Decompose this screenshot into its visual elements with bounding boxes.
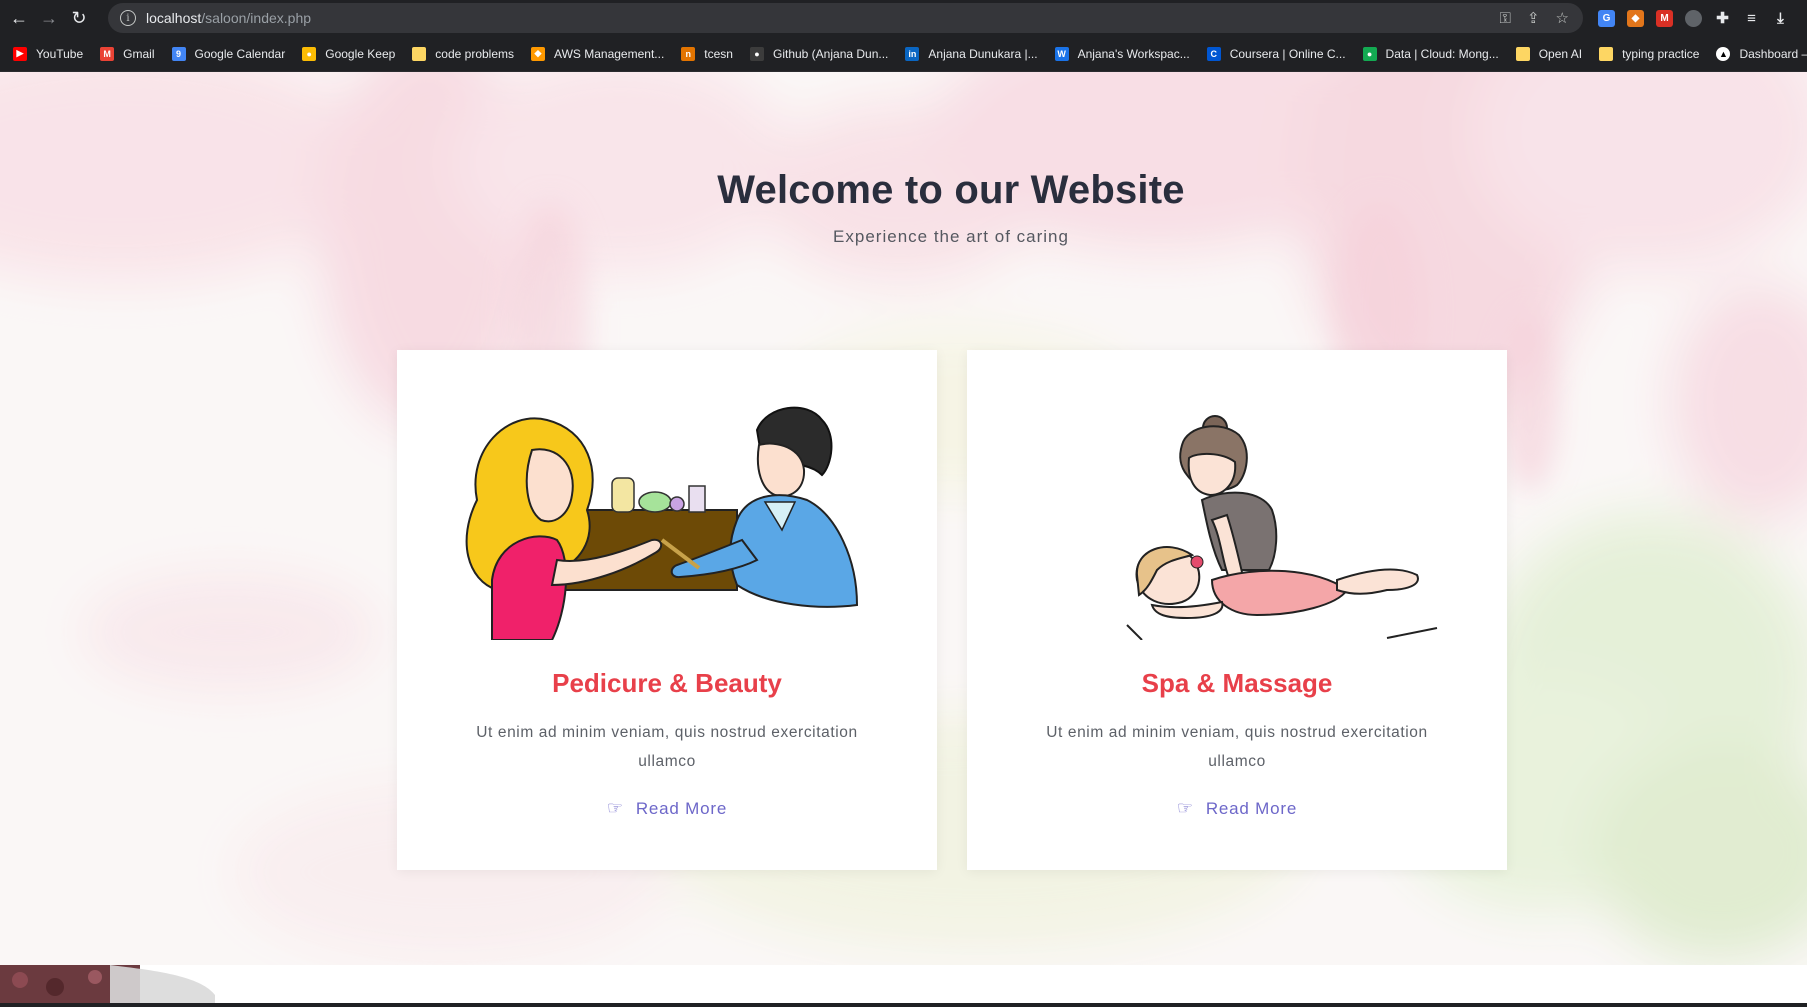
bookmark-favicon-icon xyxy=(412,46,427,61)
bookmark-label: typing practice xyxy=(1622,46,1700,61)
download-icon[interactable]: ⤓ xyxy=(1772,10,1789,27)
page-subtitle: Experience the art of caring xyxy=(833,227,1069,246)
read-more-link[interactable]: ☞ Read More xyxy=(967,798,1507,819)
bookmark-item[interactable]: M Gmail xyxy=(100,46,155,61)
bookmark-item[interactable]: W Anjana's Workspac... xyxy=(1054,46,1190,61)
forward-arrow-icon[interactable]: → xyxy=(38,7,60,29)
bookmark-label: Google Calendar xyxy=(194,46,286,61)
bookmark-label: Gmail xyxy=(123,46,155,61)
back-arrow-icon[interactable]: ← xyxy=(8,7,30,29)
bookmark-item[interactable]: 9 Google Calendar xyxy=(171,46,286,61)
bookmark-favicon-icon: W xyxy=(1054,46,1069,61)
bookmark-label: tcesn xyxy=(704,46,733,61)
read-more-link[interactable]: ☞ Read More xyxy=(397,798,937,819)
bookmark-label: Dashboard – Ve xyxy=(1739,46,1807,61)
pointing-hand-icon: ☞ xyxy=(606,798,624,818)
read-more-label: Read More xyxy=(1205,798,1298,818)
bookmark-item[interactable]: ● Github (Anjana Dun... xyxy=(749,46,889,61)
next-section xyxy=(0,965,1807,1007)
bookmark-label: Data | Cloud: Mong... xyxy=(1385,46,1499,61)
bookmark-favicon-icon: ● xyxy=(749,46,764,61)
bookmark-favicon-icon: ▲ xyxy=(1716,46,1731,61)
puzzle-extensions-icon[interactable]: ✚ xyxy=(1714,10,1731,27)
bookmark-item[interactable]: ◆ AWS Management... xyxy=(531,46,665,61)
translate-extension-icon[interactable]: G xyxy=(1598,9,1615,27)
share-icon[interactable]: ⇪ xyxy=(1527,9,1540,27)
massage-illustration xyxy=(1126,415,1438,640)
red-extension-icon[interactable]: M xyxy=(1656,9,1673,27)
bookmark-favicon-icon: n xyxy=(681,46,696,61)
read-more-label: Read More xyxy=(635,798,728,818)
key-icon[interactable]: ⚿ xyxy=(1500,10,1511,27)
manicure-illustration xyxy=(465,406,859,640)
page-bottom-edge xyxy=(0,1003,1807,1007)
hero-section: Welcome to our Website Experience the ar… xyxy=(0,72,1807,965)
pointing-hand-icon: ☞ xyxy=(1176,798,1194,818)
bookmark-item[interactable]: ▲ Dashboard – Ve xyxy=(1716,46,1807,61)
site-info-icon[interactable]: i xyxy=(120,10,136,26)
bookmark-label: Anjana Dunukara |... xyxy=(928,46,1038,61)
bookmark-item[interactable]: Open AI xyxy=(1515,46,1583,61)
bookmark-label: Open AI xyxy=(1538,46,1583,61)
service-card-spa: Spa & Massage Ut enim ad minim veniam, q… xyxy=(967,350,1507,870)
bookmark-label: YouTube xyxy=(36,46,84,61)
browser-toolbar: ← → ↻ i localhost/saloon/index.php ⚿ ⇪ ☆… xyxy=(0,0,1807,36)
bookmark-favicon-icon: in xyxy=(905,46,920,61)
metamask-extension-icon[interactable]: ◆ xyxy=(1627,9,1644,27)
card-title: Pedicure & Beauty xyxy=(552,668,782,698)
bookmark-label: Google Keep xyxy=(325,46,396,61)
bookmark-favicon-icon: ▶ xyxy=(13,46,27,61)
jar-image xyxy=(0,965,220,1007)
circle-extension-icon[interactable] xyxy=(1685,9,1702,27)
reload-icon[interactable]: ↻ xyxy=(68,7,90,29)
bookmark-label: Anjana's Workspac... xyxy=(1077,46,1190,61)
bookmark-favicon-icon: ◆ xyxy=(531,46,546,61)
bookmark-item[interactable]: code problems xyxy=(412,46,515,61)
url-host: localhost xyxy=(146,10,202,26)
bookmark-favicon-icon: M xyxy=(100,46,115,61)
page-title: Welcome to our Website xyxy=(717,168,1185,212)
url-path: /saloon/index.php xyxy=(201,10,312,26)
service-card-pedicure: Pedicure & Beauty Ut enim ad minim venia… xyxy=(397,350,937,870)
card-description: Ut enim ad minim veniam, quis nostrud ex… xyxy=(476,724,858,770)
bookmark-favicon-icon: ● xyxy=(1362,46,1377,61)
address-url[interactable]: localhost/saloon/index.php xyxy=(146,10,311,26)
bookmark-label: Github (Anjana Dun... xyxy=(772,46,889,61)
bookmark-favicon-icon: C xyxy=(1206,46,1221,61)
card-title: Spa & Massage xyxy=(1141,668,1333,698)
card-description: Ut enim ad minim veniam, quis nostrud ex… xyxy=(1046,724,1428,770)
bookmark-item[interactable]: in Anjana Dunukara |... xyxy=(905,46,1038,61)
bookmark-favicon-icon: ● xyxy=(302,46,317,61)
bookmark-favicon-icon: 9 xyxy=(171,46,186,61)
bookmark-favicon-icon xyxy=(1515,46,1530,61)
bookmark-favicon-icon xyxy=(1599,46,1614,61)
star-icon[interactable]: ☆ xyxy=(1556,9,1569,27)
bookmark-item[interactable]: C Coursera | Online C... xyxy=(1206,46,1346,61)
bookmark-label: AWS Management... xyxy=(554,46,665,61)
bookmark-item[interactable]: typing practice xyxy=(1599,46,1700,61)
bookmark-item[interactable]: ● Data | Cloud: Mong... xyxy=(1362,46,1499,61)
reading-list-icon[interactable]: ≡ xyxy=(1743,10,1760,27)
address-bar[interactable]: i localhost/saloon/index.php ⚿ ⇪ ☆ xyxy=(108,3,1583,33)
bookmark-item[interactable]: n tcesn xyxy=(681,46,733,61)
bookmarks-bar: ▶ YouTube M Gmail 9 Google Calendar ● Google Ke… xyxy=(0,36,1807,72)
bookmark-item[interactable]: ▶ YouTube xyxy=(13,46,84,61)
bookmark-label: Coursera | Online C... xyxy=(1229,46,1346,61)
bookmark-label: code problems xyxy=(435,46,515,61)
bookmark-item[interactable]: ● Google Keep xyxy=(302,46,396,61)
